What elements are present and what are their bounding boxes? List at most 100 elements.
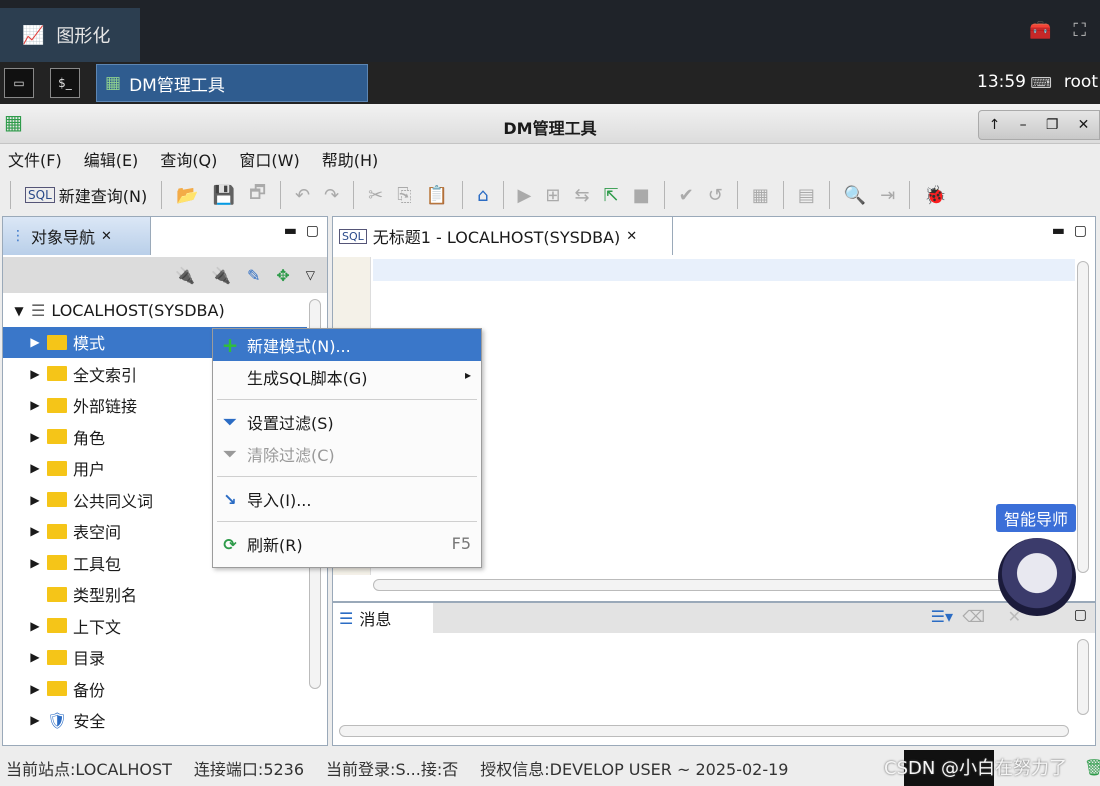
minimize-icon[interactable]: – <box>1020 117 1027 133</box>
save-icon[interactable]: 💾 <box>213 185 235 206</box>
calendar-icon[interactable]: ▤ <box>798 185 815 206</box>
collapsed-arrow-icon[interactable]: ▶ <box>23 524 47 538</box>
tree-root[interactable]: ▼ ☰ LOCALHOST(SYSDBA) <box>3 295 307 327</box>
taskbar-app-dm[interactable]: ▦ DM管理工具 <box>96 64 368 102</box>
fullscreen-icon[interactable]: ⛶ <box>1073 20 1086 41</box>
explain-icon[interactable]: ⇆ <box>574 185 589 206</box>
tab-untitled-query[interactable]: SQL 无标题1 - LOCALHOST(SYSDBA) ✕ <box>333 217 673 255</box>
expanded-arrow-icon[interactable]: ▼ <box>7 304 31 318</box>
collapsed-arrow-icon[interactable]: ▶ <box>23 713 47 727</box>
tree-root-label: LOCALHOST(SYSDBA) <box>51 301 225 321</box>
close-tab-icon[interactable]: ✕ <box>626 229 637 244</box>
restore-icon[interactable]: ❐ <box>1046 117 1059 133</box>
tree-item[interactable]: ▶ 上下文 <box>3 610 307 642</box>
tree-item[interactable]: 类型别名 <box>3 579 307 611</box>
export-icon[interactable]: ⇱ <box>604 185 619 206</box>
run-icon[interactable]: ▶ <box>518 185 532 206</box>
user-name[interactable]: root <box>1064 72 1098 92</box>
tree-item-label: 类型别名 <box>73 586 138 606</box>
tab-object-navigator[interactable]: ⋮ 对象导航 ✕ <box>3 217 151 255</box>
desktop-icon[interactable]: ▭ <box>4 68 34 98</box>
tab-messages[interactable]: ☰ 消息 <box>333 603 433 633</box>
trash-icon[interactable]: 🗑 <box>1084 758 1100 777</box>
maximize-icon[interactable]: ▢ <box>306 223 319 239</box>
menu-edit[interactable]: 编辑(E) <box>84 147 139 171</box>
maximize-icon[interactable]: ▢ <box>1074 223 1087 239</box>
menu-file[interactable]: 文件(F) <box>8 147 62 171</box>
run-step-icon[interactable]: ⊞ <box>545 185 560 206</box>
toolbar-separator <box>161 181 163 209</box>
collapsed-arrow-icon[interactable]: ▶ <box>23 682 47 696</box>
collapsed-arrow-icon[interactable]: ▶ <box>23 367 47 381</box>
edit-icon[interactable]: ✎ <box>247 266 260 285</box>
collapsed-arrow-icon[interactable]: ▶ <box>23 398 47 412</box>
toolbar-separator <box>782 181 784 209</box>
menu-item-import[interactable]: ↘ 导入(I)... <box>213 483 481 515</box>
tree-item[interactable]: ▶ 目录 <box>3 642 307 674</box>
menu-window[interactable]: 窗口(W) <box>239 147 299 171</box>
close-tab-icon[interactable]: ✕ <box>101 229 112 244</box>
collapsed-arrow-icon[interactable]: ▶ <box>23 430 47 444</box>
toolbox-icon[interactable]: 🧰 <box>1029 20 1051 41</box>
cut-icon[interactable]: ✂ <box>368 185 383 206</box>
copy-icon[interactable]: ⎘ <box>397 185 411 206</box>
commit-icon[interactable]: ✔ <box>679 185 694 206</box>
plus-icon: + <box>221 333 239 357</box>
collapsed-arrow-icon[interactable]: ▶ <box>23 493 47 507</box>
minimize-icon[interactable]: ▬ <box>284 223 297 239</box>
collapsed-arrow-icon[interactable]: ▶ <box>23 650 47 664</box>
debug-icon[interactable]: 🐞 <box>924 185 946 206</box>
menu-item-set-filter[interactable]: ⏷ 设置过滤(S) <box>213 406 481 438</box>
folder-icon <box>47 586 67 602</box>
collapsed-arrow-icon[interactable]: ▶ <box>23 619 47 633</box>
disconnect-icon[interactable]: 🔌 <box>211 266 231 285</box>
menu-separator <box>217 521 477 522</box>
close-icon[interactable]: ✕ <box>1078 117 1090 133</box>
robot-assistant-icon[interactable] <box>998 538 1076 616</box>
home-icon[interactable]: ⌂ <box>477 185 488 206</box>
clock: 13:59 <box>977 72 1026 92</box>
redo-icon[interactable]: ↷ <box>324 185 339 206</box>
keyboard-icon[interactable]: ⌨ <box>1030 74 1052 92</box>
find-icon[interactable]: 🔍 <box>844 185 866 206</box>
terminal-icon[interactable]: $_ <box>50 68 80 98</box>
editor-v-scrollbar[interactable] <box>1077 261 1089 573</box>
graphical-tab[interactable]: 📈 图形化 <box>0 8 140 62</box>
menu-query[interactable]: 查询(Q) <box>160 147 217 171</box>
messages-v-scrollbar[interactable] <box>1077 639 1089 715</box>
stop-icon[interactable]: ■ <box>633 185 650 206</box>
maximize-icon[interactable]: ▢ <box>1074 607 1087 623</box>
paste-icon[interactable]: 📋 <box>426 185 448 206</box>
collapsed-arrow-icon[interactable]: ▶ <box>23 335 47 349</box>
messages-h-scrollbar[interactable] <box>339 725 1069 737</box>
tree-item-security[interactable]: ▶ 🛡 安全 <box>3 705 307 737</box>
menu-item-refresh[interactable]: ⟳ 刷新(R) F5 <box>213 528 481 560</box>
expand-all-icon[interactable]: ✥ <box>276 266 289 285</box>
new-query-button[interactable]: SQL 新建查询(N) <box>25 183 147 207</box>
editor-h-scrollbar[interactable] <box>373 579 1053 591</box>
filter-icon: ⏷ <box>223 412 237 431</box>
undo-icon[interactable]: ↶ <box>295 185 310 206</box>
view-menu-icon[interactable]: ▽ <box>306 268 315 282</box>
save-all-icon[interactable]: 🗗 <box>249 180 266 210</box>
up-icon[interactable]: ↑ <box>989 117 1001 133</box>
menu-item-new-schema[interactable]: + 新建模式(N)... <box>213 329 481 361</box>
open-folder-icon[interactable]: 📂 <box>176 185 198 206</box>
minimize-icon[interactable]: ▬ <box>1052 223 1065 239</box>
menu-item-generate-sql[interactable]: 生成SQL脚本(G) ▸ <box>213 361 481 393</box>
menu-help[interactable]: 帮助(H) <box>322 147 379 171</box>
top-bar: 📈 图形化 🧰 ⛶ <box>0 0 1100 62</box>
collapsed-arrow-icon[interactable]: ▶ <box>23 556 47 570</box>
step-into-icon[interactable]: ⇥ <box>880 185 895 206</box>
folder-icon <box>47 681 67 697</box>
editor-tab-title: 无标题1 - LOCALHOST(SYSDBA) <box>372 228 621 247</box>
tree-item[interactable]: ▶ 备份 <box>3 673 307 705</box>
connect-icon[interactable]: 🔌 <box>175 266 195 285</box>
menu-item-label: 导入(I)... <box>247 491 312 510</box>
assistant-label[interactable]: 智能导师 <box>996 504 1076 532</box>
rollback-icon[interactable]: ↺ <box>708 185 723 206</box>
collapsed-arrow-icon[interactable]: ▶ <box>23 461 47 475</box>
clear-icon[interactable]: ⌫ <box>962 607 985 626</box>
schedule-icon[interactable]: ▦ <box>752 185 769 206</box>
format-menu-icon[interactable]: ☰▾ <box>931 607 953 626</box>
